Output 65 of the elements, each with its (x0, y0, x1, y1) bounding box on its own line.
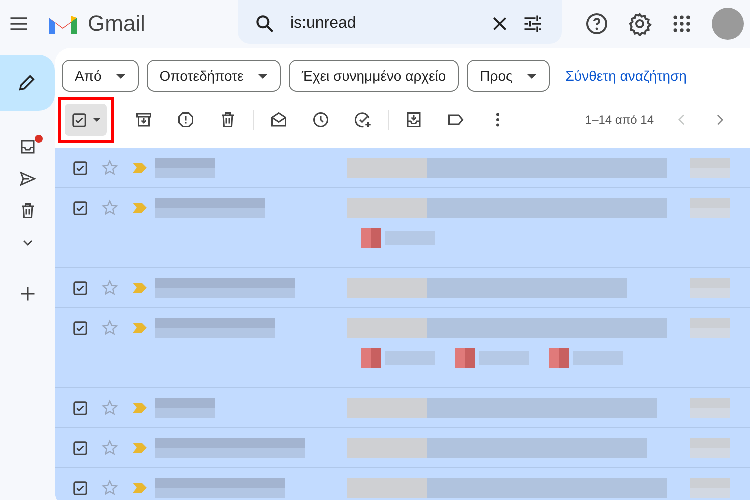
clock-icon[interactable] (312, 111, 330, 129)
attachment-chip[interactable] (455, 348, 529, 368)
star-icon[interactable] (101, 319, 119, 337)
blurred-date (690, 398, 730, 418)
importance-marker-icon[interactable] (133, 283, 147, 293)
search-field[interactable]: is:unread (288, 14, 478, 34)
compose-button[interactable] (0, 55, 55, 111)
help-icon[interactable] (585, 12, 609, 36)
move-to-icon[interactable] (405, 111, 423, 129)
checkbox[interactable] (73, 400, 88, 416)
caret-icon (116, 74, 126, 78)
importance-marker-icon[interactable] (133, 203, 147, 213)
filter-chip[interactable]: Έχει συνημμένο αρχείο (288, 60, 460, 92)
blurred-date (690, 438, 730, 458)
add-task-icon[interactable] (354, 111, 372, 129)
blurred-sender (155, 158, 215, 178)
trash-icon[interactable] (219, 111, 237, 129)
caret-icon (526, 74, 537, 78)
caret-icon (92, 118, 100, 122)
importance-marker-icon[interactable] (133, 163, 147, 173)
star-icon[interactable] (101, 399, 119, 417)
blurred-date (690, 318, 730, 338)
app-name: Gmail (88, 11, 146, 37)
checkbox[interactable] (73, 200, 88, 216)
importance-marker-icon[interactable] (133, 443, 147, 453)
attachment-chip[interactable] (549, 348, 623, 368)
blurred-date (690, 478, 730, 498)
settings-icon[interactable] (628, 12, 652, 36)
attachment-chip[interactable] (361, 228, 435, 248)
checkbox[interactable] (73, 160, 88, 176)
plus-icon[interactable] (18, 285, 36, 303)
checkbox[interactable] (73, 280, 88, 296)
checkbox[interactable] (73, 320, 88, 336)
star-icon[interactable] (101, 439, 119, 457)
filter-chip[interactable]: Προς (467, 60, 550, 92)
blurred-date (690, 158, 730, 178)
filter-chip[interactable]: Από (62, 60, 139, 92)
filter-options-icon[interactable] (522, 13, 544, 35)
send-icon[interactable] (18, 170, 36, 188)
apps-grid-icon[interactable] (671, 13, 693, 35)
attachment-chip[interactable] (361, 348, 435, 368)
caret-icon (258, 74, 268, 78)
pagination-range: 1–14 από 14 (585, 113, 654, 127)
blurred-date (690, 198, 730, 218)
blurred-date (690, 278, 730, 298)
advanced-search-link[interactable]: Σύνθετη αναζήτηση (566, 68, 687, 84)
search-icon[interactable] (254, 13, 276, 35)
star-icon[interactable] (101, 199, 119, 217)
star-icon[interactable] (101, 479, 119, 497)
star-icon[interactable] (101, 159, 119, 177)
envelope-open-icon[interactable] (270, 111, 288, 129)
avatar[interactable] (712, 8, 744, 40)
blurred-sender (155, 398, 215, 418)
importance-marker-icon[interactable] (133, 483, 147, 493)
archive-icon[interactable] (135, 111, 153, 129)
importance-marker-icon[interactable] (133, 323, 147, 333)
star-icon[interactable] (101, 279, 119, 297)
pencil-icon (17, 73, 37, 93)
checkbox[interactable] (73, 480, 88, 496)
inbox-icon[interactable] (18, 138, 36, 156)
importance-marker-icon[interactable] (133, 403, 147, 413)
filter-chip[interactable]: Οποτεδήποτε (146, 60, 281, 92)
select-all-button[interactable] (65, 104, 107, 136)
checkbox[interactable] (73, 440, 88, 456)
report-spam-icon[interactable] (177, 111, 195, 129)
